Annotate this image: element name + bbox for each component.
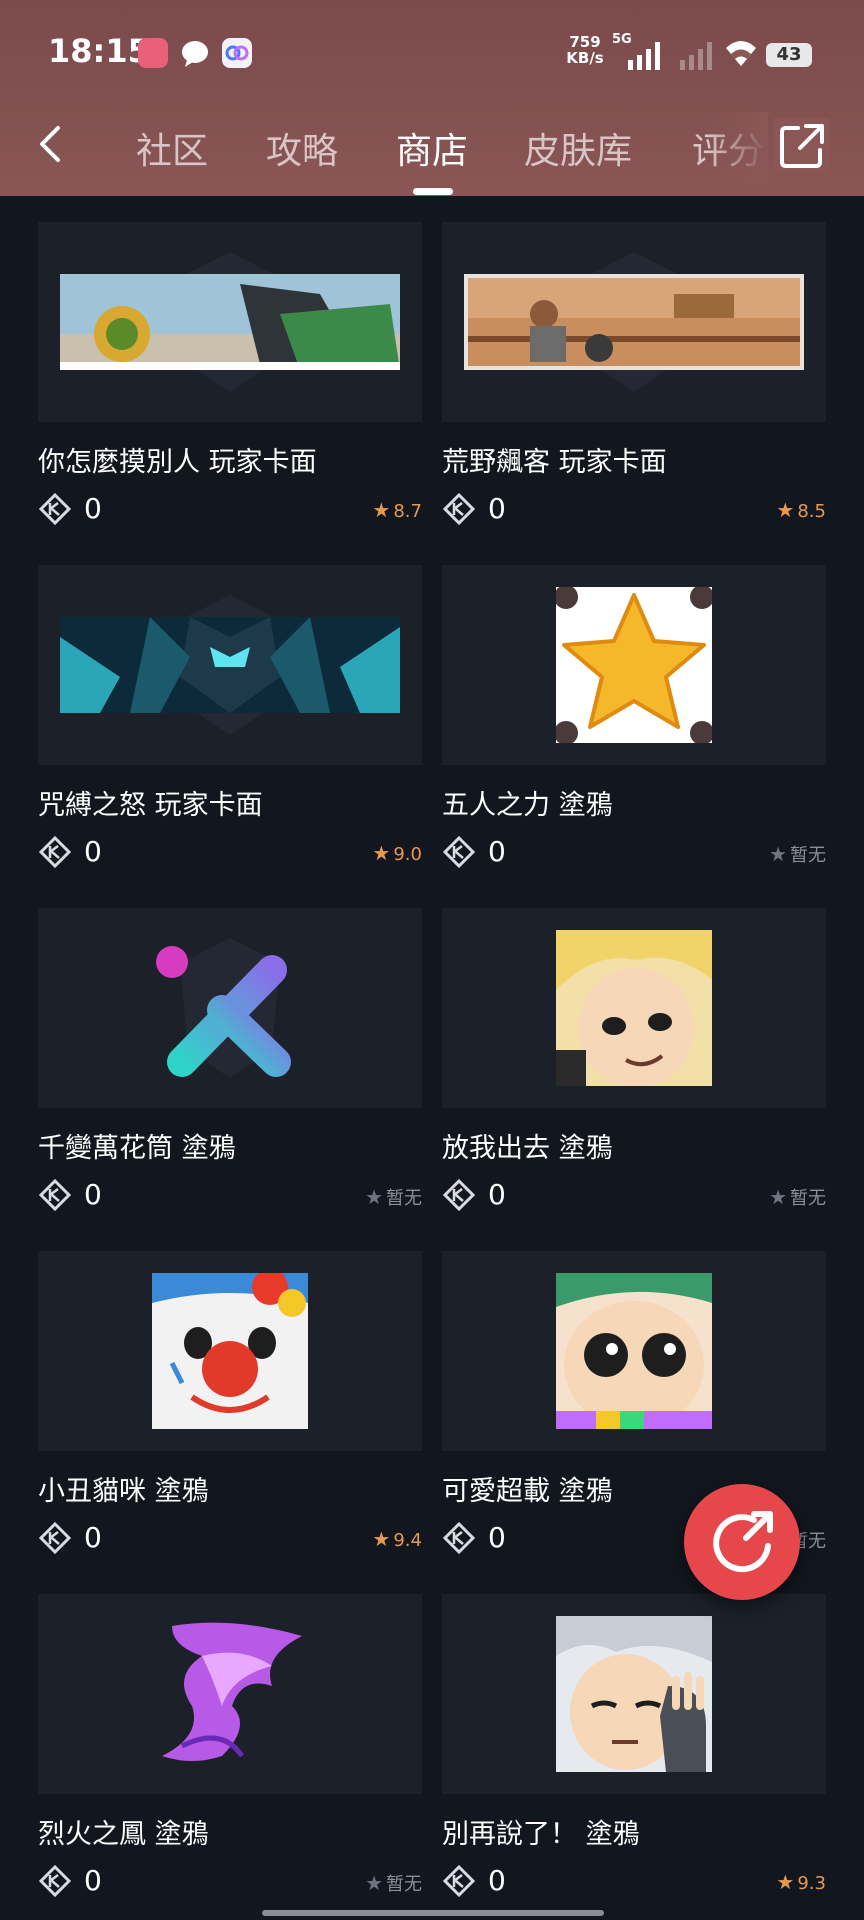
spray-phoenix-image	[152, 1616, 308, 1772]
star-icon: ★	[365, 1185, 383, 1209]
currency-icon	[442, 1521, 476, 1555]
star-icon: ★	[365, 1871, 383, 1895]
item-rating-value: 9.0	[393, 844, 422, 865]
star-icon: ★	[769, 1185, 787, 1209]
currency-icon	[38, 492, 72, 526]
item-rating-value: 9.4	[393, 1530, 422, 1551]
spray-face-image	[556, 930, 712, 1086]
item-rating: ★ 9.3	[776, 1870, 826, 1894]
item-price: 0	[84, 1864, 102, 1897]
item-thumbnail	[442, 908, 826, 1108]
item-thumbnail	[442, 222, 826, 422]
item-title: 咒縛之怒 玩家卡面	[38, 790, 263, 821]
currency-icon	[442, 1864, 476, 1898]
store-item-card[interactable]: 千變萬花筒 塗鴉 0 ★ 暂无	[38, 908, 422, 1228]
currency-icon	[442, 835, 476, 869]
store-item-card[interactable]: 你怎麼摸別人 玩家卡面 0 ★ 8.7	[38, 222, 422, 542]
item-rating: ★ 9.4	[372, 1527, 422, 1551]
item-rating-value: 8.7	[393, 501, 422, 522]
star-icon: ★	[776, 498, 795, 522]
currency-icon	[38, 1864, 72, 1898]
currency-icon	[38, 1521, 72, 1555]
player-card-banner-image	[60, 274, 400, 370]
spray-kaleidoscope-image	[156, 946, 291, 1077]
item-title: 你怎麼摸別人 玩家卡面	[38, 447, 317, 478]
item-rating: ★ 8.7	[372, 498, 422, 522]
item-rating: ★暂无	[365, 1870, 422, 1896]
item-rating: ★ 8.5	[776, 498, 826, 522]
item-price: 0	[488, 1521, 506, 1554]
item-thumbnail	[38, 1594, 422, 1794]
star-icon: ★	[776, 1870, 795, 1894]
store-item-card[interactable]: 烈火之鳳 塗鴉 0 ★ 暂无	[38, 1594, 422, 1914]
item-rating-value: 暂无	[386, 1874, 422, 1895]
store-item-card[interactable]: 放我出去 塗鴉 0 ★ 暂无	[442, 908, 826, 1228]
item-price: 0	[84, 1521, 102, 1554]
item-price: 0	[488, 835, 506, 868]
item-title: 五人之力 塗鴉	[442, 790, 613, 821]
currency-icon	[38, 1178, 72, 1212]
spray-star-image	[556, 587, 712, 743]
player-card-banner-image	[464, 274, 804, 370]
star-icon: ★	[372, 498, 391, 522]
item-title: 放我出去 塗鴉	[442, 1133, 613, 1164]
item-rating-value: 暂无	[790, 845, 826, 866]
item-title: 小丑貓咪 塗鴉	[38, 1476, 209, 1507]
store-item-card[interactable]: 別再說了！ 塗鴉 0 ★ 9.3	[442, 1594, 826, 1914]
item-title: 烈火之鳳 塗鴉	[38, 1819, 209, 1850]
floating-share-button[interactable]	[684, 1484, 800, 1600]
currency-icon	[38, 835, 72, 869]
item-thumbnail	[442, 565, 826, 765]
item-rating-value: 9.3	[797, 1873, 826, 1894]
item-price: 0	[488, 492, 506, 525]
item-price: 0	[488, 1864, 506, 1897]
store-item-card[interactable]: 小丑貓咪 塗鴉 0 ★ 9.4	[38, 1251, 422, 1571]
item-rating: ★暂无	[769, 1184, 826, 1210]
item-rating: ★暂无	[365, 1184, 422, 1210]
item-price: 0	[84, 835, 102, 868]
item-rating: ★ 9.0	[372, 841, 422, 865]
item-thumbnail	[38, 1251, 422, 1451]
spray-stop-talking-image	[556, 1616, 712, 1772]
store-item-grid: 你怎麼摸別人 玩家卡面 0 ★ 8.7 荒野飆客 玩家卡面 0 ★ 8.5 咒縛…	[0, 0, 864, 1920]
item-rating-value: 8.5	[797, 501, 826, 522]
store-item-card[interactable]: 咒縛之怒 玩家卡面 0 ★ 9.0	[38, 565, 422, 885]
player-card-banner-image	[60, 617, 400, 713]
item-thumbnail	[442, 1251, 826, 1451]
item-title: 可愛超載 塗鴉	[442, 1476, 613, 1507]
star-icon: ★	[372, 1527, 391, 1551]
currency-icon	[442, 1178, 476, 1212]
item-price: 0	[488, 1178, 506, 1211]
item-thumbnail	[38, 222, 422, 422]
store-item-card[interactable]: 荒野飆客 玩家卡面 0 ★ 8.5	[442, 222, 826, 542]
spray-cute-overload-image	[556, 1273, 712, 1429]
item-title: 別再說了！ 塗鴉	[442, 1819, 640, 1850]
item-price: 0	[84, 492, 102, 525]
currency-icon	[442, 492, 476, 526]
spray-clown-cat-image	[152, 1273, 308, 1429]
item-thumbnail	[442, 1594, 826, 1794]
item-rating: ★暂无	[769, 841, 826, 867]
home-indicator[interactable]	[262, 1910, 604, 1916]
item-thumbnail	[38, 908, 422, 1108]
share-icon	[713, 1511, 773, 1573]
star-icon: ★	[769, 842, 787, 866]
star-icon: ★	[372, 841, 391, 865]
item-rating-value: 暂无	[386, 1188, 422, 1209]
store-item-card[interactable]: 五人之力 塗鴉 0 ★ 暂无	[442, 565, 826, 885]
item-title: 荒野飆客 玩家卡面	[442, 447, 667, 478]
item-thumbnail	[38, 565, 422, 765]
item-price: 0	[84, 1178, 102, 1211]
item-rating-value: 暂无	[790, 1188, 826, 1209]
item-title: 千變萬花筒 塗鴉	[38, 1133, 236, 1164]
